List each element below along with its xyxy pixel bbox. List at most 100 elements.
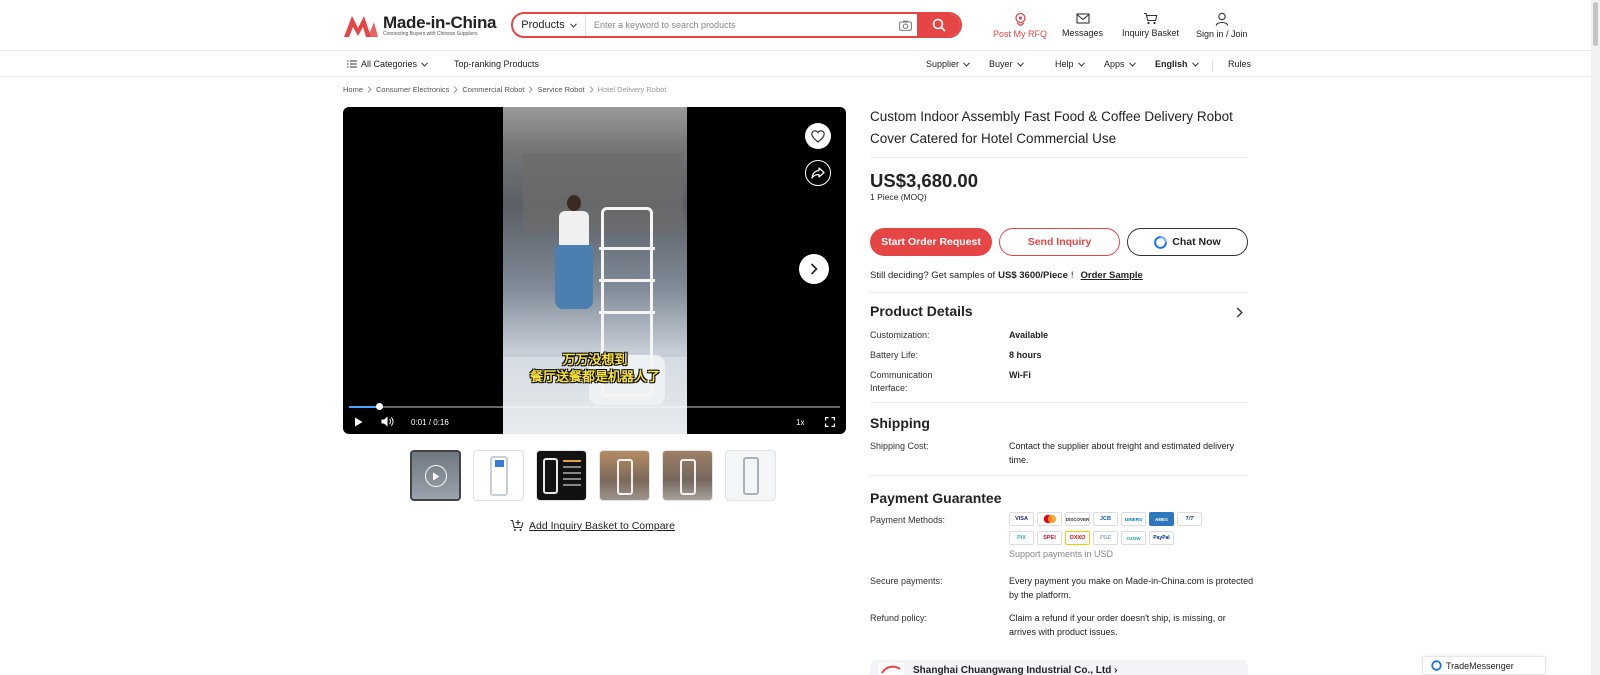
video-scene-robot: [599, 311, 655, 314]
trademessenger-icon: [1431, 660, 1442, 671]
supplier-name: Shanghai Chuangwang Industrial Co., Ltd: [913, 665, 1112, 675]
chevron-right-icon: [589, 86, 594, 93]
buyer-menu-label: Buyer: [989, 59, 1013, 69]
search-category-label: Products: [521, 19, 565, 31]
rules-link[interactable]: Rules: [1228, 59, 1251, 69]
language-menu[interactable]: English: [1155, 59, 1199, 69]
sign-in-label: Sign in / Join: [1196, 29, 1248, 39]
share-icon: [811, 167, 825, 179]
robot-image-icon: [617, 459, 633, 495]
all-categories-label: All Categories: [361, 59, 418, 69]
payment-methods-row: PIX SPEI OXXO PSE OZOW PayPal: [1009, 531, 1174, 545]
amex-icon: AMEX: [1149, 512, 1174, 526]
share-button[interactable]: [805, 160, 831, 186]
user-icon: [1215, 12, 1229, 26]
product-video-player[interactable]: 万万没想到 餐厅送餐都是机器人了 0:01 / 0:16 1x: [343, 107, 846, 434]
thumbnail-image[interactable]: [473, 450, 524, 501]
send-inquiry-button[interactable]: Send Inquiry: [999, 228, 1120, 256]
secure-payments-label: Secure payments:: [870, 576, 943, 586]
play-button[interactable]: [354, 417, 363, 427]
thumbnail-image[interactable]: [599, 450, 650, 501]
volume-button[interactable]: [381, 416, 394, 427]
chat-now-button[interactable]: Chat Now: [1127, 228, 1248, 256]
page-scrollbar[interactable]: [1591, 0, 1600, 675]
search-button[interactable]: [917, 14, 960, 36]
chevron-right-icon: [1236, 307, 1243, 318]
payment-methods-label: Payment Methods:: [870, 515, 946, 525]
refund-policy-value: Claim a refund if your order doesn't shi…: [1009, 613, 1226, 637]
chevron-down-icon: [963, 61, 970, 67]
shipping-heading: Shipping: [870, 415, 930, 431]
robot-screen-icon: [495, 460, 504, 467]
secure-payments-value: Every payment you make on Made-in-China.…: [1009, 576, 1254, 600]
messages-link[interactable]: Messages: [1062, 12, 1103, 38]
video-scene-robot: [599, 279, 655, 282]
spec-line: [563, 484, 581, 486]
order-sample-link[interactable]: Order Sample: [1081, 270, 1143, 281]
breadcrumb-item[interactable]: Consumer Electronics: [376, 85, 449, 94]
video-progress-handle[interactable]: [376, 403, 384, 410]
next-media-button[interactable]: [799, 254, 829, 284]
video-progress-fill: [349, 406, 380, 408]
help-menu[interactable]: Help: [1055, 59, 1085, 69]
supplier-menu[interactable]: Supplier: [926, 59, 970, 69]
fullscreen-icon: [825, 417, 835, 427]
video-progress-bar[interactable]: [349, 403, 840, 410]
payment-methods-row: VISA DISCOVER JCB DINERS AMEX T/T: [1009, 512, 1202, 526]
product-details-expand[interactable]: [1236, 307, 1243, 318]
add-to-compare-link[interactable]: Add Inquiry Basket to Compare: [510, 519, 675, 532]
thumbnail-image[interactable]: [662, 450, 713, 501]
top-ranking-label: Top-ranking Products: [454, 59, 540, 69]
camera-search-icon[interactable]: [893, 20, 917, 31]
robot-image-icon: [543, 458, 558, 494]
spec-line: [563, 460, 581, 462]
chat-now-label: Chat Now: [1172, 236, 1221, 248]
sign-in-link[interactable]: Sign in / Join: [1196, 12, 1248, 39]
payment-guarantee-heading: Payment Guarantee: [870, 490, 1002, 506]
site-logo[interactable]: Made-in-China Connecting Buyers with Chi…: [343, 12, 497, 40]
apps-menu[interactable]: Apps: [1104, 59, 1136, 69]
breadcrumb-item[interactable]: Home: [343, 85, 363, 94]
playback-speed-button[interactable]: 1x: [796, 418, 804, 427]
all-categories-menu[interactable]: All Categories: [347, 59, 428, 69]
buyer-menu[interactable]: Buyer: [989, 59, 1024, 69]
product-title: Custom Indoor Assembly Fast Food & Coffe…: [870, 109, 1233, 146]
breadcrumb-item[interactable]: Commercial Robot: [462, 85, 524, 94]
thumbnail-image[interactable]: [725, 450, 776, 501]
trademessenger-widget[interactable]: TradeMessenger: [1422, 656, 1546, 675]
chat-bubble-icon: [1154, 235, 1168, 249]
detail-label: Battery Life:: [870, 350, 919, 360]
sample-prefix: Still deciding? Get samples of: [870, 270, 996, 281]
start-order-request-button[interactable]: Start Order Request: [870, 228, 992, 256]
list-icon: [347, 60, 357, 68]
chevron-right-icon: [810, 263, 818, 275]
volume-icon: [381, 416, 394, 427]
cart-plus-icon: [510, 519, 524, 531]
diners-icon: DINERS: [1121, 512, 1146, 526]
inquiry-basket-link[interactable]: Inquiry Basket: [1122, 12, 1179, 38]
breadcrumb-current: Hotel Delivery Robot: [597, 85, 667, 94]
fullscreen-button[interactable]: [825, 417, 835, 427]
top-ranking-link[interactable]: Top-ranking Products: [454, 59, 539, 69]
supplier-logo: [878, 663, 904, 675]
thumbnail-image[interactable]: [536, 450, 587, 501]
trademessenger-label: TradeMessenger: [1446, 660, 1514, 671]
chevron-right-icon: ›: [1114, 665, 1118, 675]
category-nav-bar: [0, 52, 1600, 77]
search-input[interactable]: [586, 14, 893, 36]
nav-divider: [1212, 60, 1213, 72]
page-scrollbar-thumb[interactable]: [1593, 2, 1598, 46]
supplier-menu-label: Supplier: [926, 59, 960, 69]
thumbnail-video[interactable]: [410, 450, 461, 501]
search-bar: Products: [511, 12, 962, 38]
detail-value: Wi-Fi: [1009, 370, 1031, 380]
post-rfq-link[interactable]: Post My RFQ: [993, 12, 1047, 39]
chevron-right-icon: [367, 86, 372, 93]
spei-icon: SPEI: [1037, 531, 1062, 545]
favorite-button[interactable]: [805, 123, 831, 149]
chevron-down-icon: [1128, 61, 1136, 67]
supplier-name-link[interactable]: Shanghai Chuangwang Industrial Co., Ltd …: [913, 665, 1117, 675]
breadcrumb-item[interactable]: Service Robot: [537, 85, 584, 94]
play-circle-icon: [425, 465, 447, 487]
search-category-select[interactable]: Products: [513, 14, 586, 36]
